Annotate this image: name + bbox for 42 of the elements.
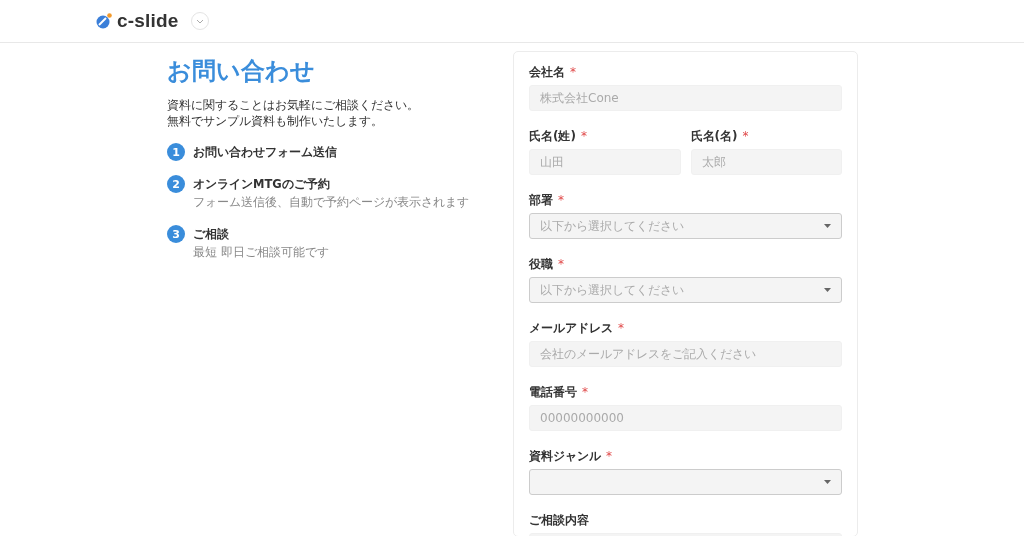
chevron-down-icon bbox=[195, 18, 204, 24]
field-label: 氏名(名) bbox=[690, 129, 738, 143]
required-mark: * bbox=[742, 129, 749, 143]
required-mark: * bbox=[618, 321, 624, 335]
step-number: 2 bbox=[167, 175, 185, 193]
step-note: フォーム送信後、自動で予約ページが表示されます bbox=[193, 194, 470, 211]
required-mark: * bbox=[570, 65, 576, 79]
required-mark: * bbox=[558, 193, 564, 207]
intro-text: 資料に関することはお気軽にご相談ください。 無料でサンプル資料も制作いたします。 bbox=[167, 97, 420, 129]
required-mark: * bbox=[606, 449, 612, 463]
field-label: メールアドレス bbox=[529, 321, 613, 335]
field-label: 部署 bbox=[529, 193, 553, 207]
text-field[interactable]: 会社のメールアドレスをご記入ください bbox=[529, 341, 842, 367]
required-mark: * bbox=[580, 129, 587, 143]
step-number: 1 bbox=[167, 143, 185, 161]
field-label: 会社名 bbox=[529, 65, 565, 79]
text-field[interactable]: 太郎 bbox=[690, 149, 842, 175]
required-mark: * bbox=[582, 385, 588, 399]
text-field[interactable]: 株式会社Cone bbox=[529, 85, 842, 111]
caret-down-icon bbox=[824, 288, 831, 292]
caret-down-icon bbox=[824, 480, 831, 484]
required-mark: * bbox=[558, 257, 564, 271]
field-label: 氏名(姓) bbox=[529, 129, 576, 143]
caret-down-icon bbox=[824, 224, 831, 228]
dropdown-button[interactable] bbox=[190, 12, 209, 30]
select-field[interactable]: 以下から選択してください bbox=[529, 213, 842, 239]
page-title: お問い合わせ bbox=[167, 56, 316, 87]
text-field[interactable]: 山田 bbox=[529, 149, 681, 175]
field-label: ご相談内容 bbox=[529, 513, 589, 527]
text-field[interactable]: 00000000000 bbox=[529, 405, 842, 431]
field-label: 電話番号 bbox=[529, 385, 577, 399]
select-field[interactable]: 以下から選択してください bbox=[529, 277, 842, 303]
step-number: 3 bbox=[167, 225, 185, 243]
step-title: オンラインMTGのご予約 bbox=[193, 176, 331, 192]
select-field[interactable] bbox=[529, 469, 842, 495]
logo-icon bbox=[96, 13, 112, 29]
field-label: 役職 bbox=[529, 257, 553, 271]
step-title: お問い合わせフォーム送信 bbox=[193, 144, 338, 160]
field-label: 資料ジャンル bbox=[529, 449, 601, 463]
logo-text[interactable]: c-slide bbox=[117, 10, 179, 32]
step-note: 最短 即日ご相談可能です bbox=[193, 244, 330, 261]
step-title: ご相談 bbox=[193, 226, 230, 242]
